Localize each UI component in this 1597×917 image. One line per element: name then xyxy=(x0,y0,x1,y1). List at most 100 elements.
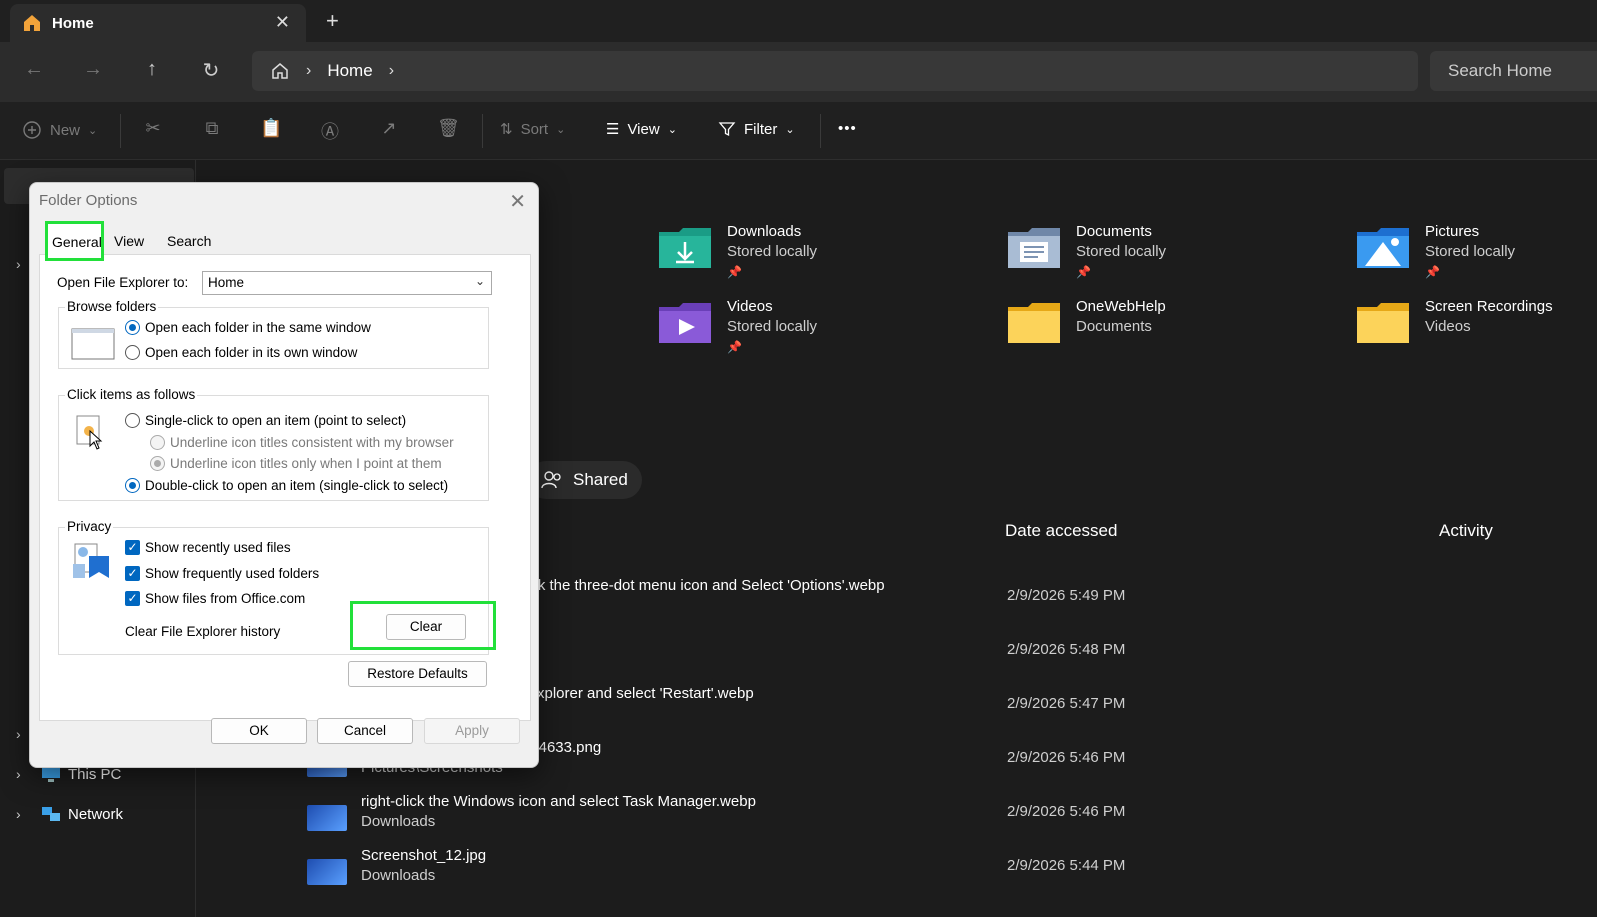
tab-bar: Home ✕ + xyxy=(0,0,1597,42)
cancel-button[interactable]: Cancel xyxy=(317,718,413,744)
tab-title: Home xyxy=(52,14,94,32)
delete-icon[interactable]: 🗑 xyxy=(437,118,460,140)
privacy-icon xyxy=(73,543,109,578)
ok-button[interactable]: OK xyxy=(211,718,307,744)
paste-icon[interactable]: 📋 xyxy=(260,118,282,140)
downloads-folder-icon xyxy=(659,228,711,268)
search-input[interactable]: Search Home xyxy=(1430,51,1597,91)
network-icon xyxy=(42,807,60,821)
chevron-down-icon: ⌄ xyxy=(667,123,677,136)
option-label: Show files from Office.com xyxy=(145,591,306,606)
pin-icon: 📌 xyxy=(727,265,742,279)
quick-access-videos[interactable]: Videos Stored locally 📌 xyxy=(657,297,817,357)
file-name: right-click the Windows icon and select … xyxy=(361,793,756,810)
quick-access-name: OneWebHelp xyxy=(1076,298,1166,315)
image-thumbnail-icon xyxy=(307,859,347,885)
back-button[interactable]: ← xyxy=(20,58,48,81)
rename-icon[interactable]: Ⓐ xyxy=(319,118,341,142)
new-button[interactable]: New ⌄ xyxy=(22,120,97,140)
close-tab-icon[interactable]: ✕ xyxy=(275,12,290,33)
browse-own-window-radio[interactable]: Open each folder in its own window xyxy=(125,345,357,360)
folder-icon xyxy=(1008,303,1060,343)
more-options-button[interactable]: ••• xyxy=(838,120,857,137)
divider xyxy=(120,114,121,148)
breadcrumb-separator[interactable]: › xyxy=(306,62,311,80)
close-dialog-icon[interactable]: ✕ xyxy=(509,189,526,214)
tab-general[interactable]: General xyxy=(45,221,104,261)
quick-access-name: Pictures xyxy=(1425,223,1480,240)
double-click-radio[interactable]: Double-click to open an item (single-cli… xyxy=(125,478,448,493)
restore-defaults-button[interactable]: Restore Defaults xyxy=(348,661,487,687)
file-location: Downloads xyxy=(361,813,436,830)
quick-access-sub: Stored locally xyxy=(1425,243,1516,260)
shared-tab[interactable]: Shared xyxy=(527,461,642,499)
view-button[interactable]: ☰ View ⌄ xyxy=(606,120,677,139)
underline-browser-radio[interactable]: Underline icon titles consistent with my… xyxy=(150,435,454,450)
sidebar-item-network[interactable]: › Network xyxy=(16,805,123,823)
image-thumbnail-icon xyxy=(307,805,347,831)
tab-view[interactable]: View xyxy=(114,233,144,249)
quick-access-onewebhelp[interactable]: OneWebHelp Documents xyxy=(1006,297,1166,347)
expand-chevron-icon[interactable]: › xyxy=(16,726,21,742)
show-recent-files-checkbox[interactable]: ✓ Show recently used files xyxy=(125,540,291,555)
expand-chevron-icon[interactable]: › xyxy=(16,806,40,822)
open-to-select[interactable]: Home ⌄ xyxy=(202,271,492,295)
expand-chevron-icon[interactable]: › xyxy=(16,256,21,272)
breadcrumb-home[interactable]: Home xyxy=(327,61,372,81)
apply-button[interactable]: Apply xyxy=(424,718,520,744)
radio-button[interactable] xyxy=(125,345,140,360)
refresh-button[interactable]: ↻ xyxy=(197,58,225,83)
tab-search[interactable]: Search xyxy=(167,233,211,249)
column-header-date-accessed[interactable]: Date accessed xyxy=(1005,521,1117,541)
quick-access-sub: Stored locally xyxy=(727,318,818,335)
forward-button[interactable]: → xyxy=(79,58,107,81)
quick-access-documents[interactable]: Documents Stored locally 📌 xyxy=(1006,222,1166,282)
column-header-activity[interactable]: Activity xyxy=(1439,521,1493,541)
breadcrumb-separator[interactable]: › xyxy=(389,62,394,80)
share-icon[interactable]: ↗ xyxy=(378,118,400,140)
quick-access-screen-recordings[interactable]: Screen Recordings Videos xyxy=(1355,297,1553,347)
filter-button[interactable]: Filter ⌄ xyxy=(718,120,795,138)
folder-icon xyxy=(1357,303,1409,343)
cut-icon[interactable]: ✂ xyxy=(142,118,164,140)
option-label: Open each folder in the same window xyxy=(145,320,371,335)
quick-access-downloads[interactable]: Downloads Stored locally 📌 xyxy=(657,222,817,282)
address-bar[interactable]: › Home › xyxy=(252,51,1418,91)
clear-history-button[interactable]: Clear xyxy=(386,614,466,640)
checkbox-checked-icon[interactable]: ✓ xyxy=(125,540,140,555)
new-tab-button[interactable]: + xyxy=(326,8,339,34)
view-label: View xyxy=(627,120,660,138)
radio-button[interactable] xyxy=(150,456,165,471)
expand-chevron-icon[interactable]: › xyxy=(16,766,40,782)
up-button[interactable]: ↑ xyxy=(138,58,166,81)
home-icon[interactable] xyxy=(270,61,290,81)
checkbox-checked-icon[interactable]: ✓ xyxy=(125,591,140,606)
pin-icon: 📌 xyxy=(727,340,742,354)
underline-point-radio[interactable]: Underline icon titles only when I point … xyxy=(150,456,442,471)
show-frequent-folders-checkbox[interactable]: ✓ Show frequently used folders xyxy=(125,566,319,581)
checkbox-checked-icon[interactable]: ✓ xyxy=(125,566,140,581)
radio-button[interactable] xyxy=(125,320,140,335)
shared-label: Shared xyxy=(573,470,628,489)
tab-home[interactable]: Home ✕ xyxy=(10,4,306,42)
sort-icon: ⇅ xyxy=(500,121,513,138)
browse-same-window-radio[interactable]: Open each folder in the same window xyxy=(125,320,371,335)
pin-icon: 📌 xyxy=(1425,265,1440,279)
file-row[interactable]: Screenshot_12.jpg Downloads 2/9/2026 5:4… xyxy=(197,847,1597,901)
quick-access-name: Downloads xyxy=(727,223,802,240)
quick-access-pictures[interactable]: Pictures Stored locally 📌 xyxy=(1355,222,1515,282)
single-click-radio[interactable]: Single-click to open an item (point to s… xyxy=(125,413,406,428)
file-row[interactable]: right-click the Windows icon and select … xyxy=(197,793,1597,847)
window-icon xyxy=(71,328,115,360)
filter-label: Filter xyxy=(744,120,778,138)
chevron-down-icon[interactable]: ⌄ xyxy=(475,274,485,288)
quick-access-sub: Stored locally xyxy=(727,243,818,260)
radio-button[interactable] xyxy=(125,478,140,493)
show-office-files-checkbox[interactable]: ✓ Show files from Office.com xyxy=(125,591,305,606)
copy-icon[interactable]: ⧉ xyxy=(201,118,223,140)
sort-button[interactable]: ⇅ Sort ⌄ xyxy=(500,120,565,139)
radio-button[interactable] xyxy=(125,413,140,428)
radio-button[interactable] xyxy=(150,435,165,450)
option-label: Show frequently used folders xyxy=(145,566,320,581)
file-date: 2/9/2026 5:48 PM xyxy=(1007,641,1126,658)
